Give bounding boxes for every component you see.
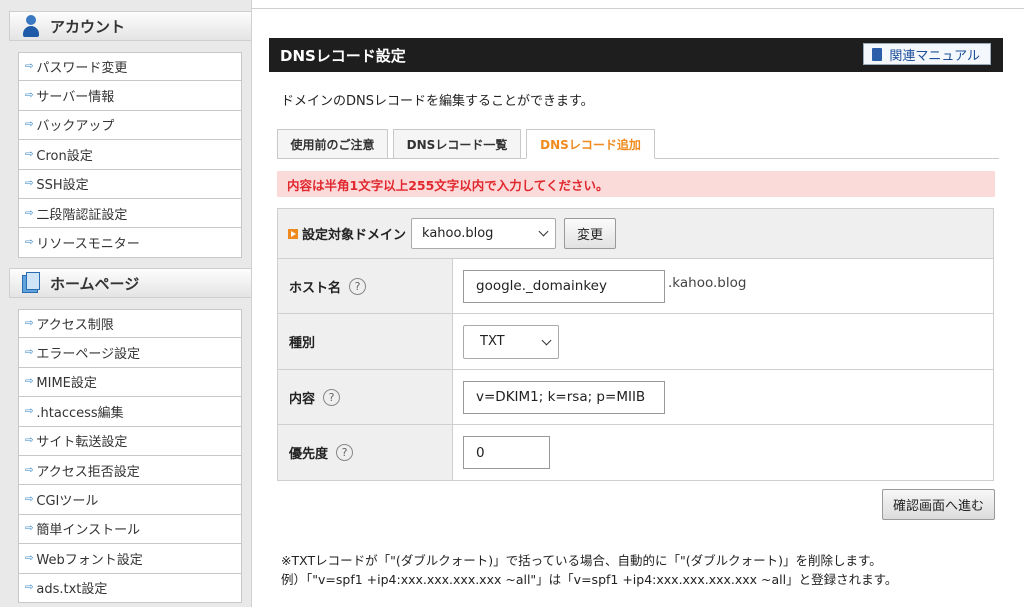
arrow-icon: ⇨	[25, 435, 34, 447]
tab-dns-record-add[interactable]: DNSレコード追加	[526, 129, 655, 159]
type-select[interactable]: TXT	[463, 324, 559, 359]
sidebar-item-cron[interactable]: ⇨ Cron設定	[18, 140, 242, 170]
sidebar-item-htaccess[interactable]: ⇨ .htaccess編集	[18, 397, 242, 427]
type-row: 種別 TXT	[278, 313, 993, 369]
homepage-icon	[20, 271, 42, 295]
note-line-1: ※TXTレコードが「"(ダブルクォート)」で括っている場合、自動的に「"(ダブル…	[281, 553, 882, 568]
priority-row: 優先度 ? 0	[278, 424, 993, 480]
manual-button[interactable]: 関連マニュアル	[863, 43, 991, 65]
arrow-icon: ⇨	[25, 347, 34, 359]
page-title: DNSレコード設定	[280, 46, 406, 65]
domain-label: 設定対象ドメイン	[302, 228, 407, 243]
page-description: ドメインのDNSレコードを編集することができます。	[281, 94, 594, 109]
arrow-icon: ⇨	[25, 376, 34, 388]
sidebar-item-two-factor[interactable]: ⇨ 二段階認証設定	[18, 198, 242, 229]
sidebar-item-server-info[interactable]: ⇨ サーバー情報	[18, 81, 242, 111]
tab-dns-record-list[interactable]: DNSレコード一覧	[393, 129, 521, 159]
homepage-section-title: ホームページ	[50, 274, 140, 293]
sidebar-item-web-font[interactable]: ⇨ Webフォント設定	[18, 544, 242, 574]
arrow-icon: ⇨	[25, 523, 34, 535]
arrow-icon: ⇨	[25, 207, 34, 219]
sidebar: アカウント ⇨ パスワード変更 ⇨ サーバー情報 ⇨ バックアップ ⇨ Cron設定 ⇨…	[0, 0, 252, 607]
arrow-icon: ⇨	[25, 494, 34, 506]
tab-precautions[interactable]: 使用前のご注意	[277, 129, 388, 159]
sidebar-item-cgi-tools[interactable]: ⇨ CGIツール	[18, 485, 242, 515]
page-header: DNSレコード設定 関連マニュアル	[269, 38, 1003, 72]
help-icon[interactable]: ?	[349, 277, 367, 295]
confirm-button[interactable]: 確認画面へ進む	[882, 489, 995, 520]
user-icon	[20, 14, 42, 38]
arrow-icon: ⇨	[25, 148, 34, 160]
arrow-icon: ⇨	[25, 178, 34, 190]
priority-input[interactable]: 0	[463, 436, 550, 469]
arrow-icon: ⇨	[25, 464, 34, 476]
arrow-icon: ⇨	[25, 237, 34, 249]
arrow-icon: ⇨	[25, 318, 34, 330]
arrow-icon: ⇨	[25, 119, 34, 131]
chevron-down-icon	[541, 335, 552, 345]
book-icon	[872, 47, 883, 61]
arrow-icon: ⇨	[25, 552, 34, 564]
chevron-down-icon	[538, 226, 549, 237]
dns-record-form: 設定対象ドメイン kahoo.blog 変更 ホスト名 ? google._do…	[277, 208, 994, 481]
tab-bar: 使用前のご注意 DNSレコード一覧 DNSレコード追加	[277, 129, 999, 159]
sidebar-item-backup[interactable]: ⇨ バックアップ	[18, 110, 242, 141]
type-label: 種別	[278, 314, 453, 369]
arrow-icon: ⇨	[25, 90, 34, 102]
priority-label: 優先度 ?	[278, 425, 453, 480]
host-input[interactable]: google._domainkey	[463, 269, 665, 303]
sidebar-item-password-change[interactable]: ⇨ パスワード変更	[18, 52, 242, 82]
domain-select[interactable]: kahoo.blog	[411, 218, 557, 249]
arrow-icon: ⇨	[25, 582, 34, 594]
domain-row: 設定対象ドメイン kahoo.blog 変更	[278, 209, 993, 258]
sidebar-item-ssh[interactable]: ⇨ SSH設定	[18, 169, 242, 199]
homepage-section-header: ホームページ	[9, 268, 252, 298]
help-icon[interactable]: ?	[336, 444, 354, 461]
account-menu: ⇨ パスワード変更 ⇨ サーバー情報 ⇨ バックアップ ⇨ Cron設定 ⇨ SSH設定 …	[18, 52, 242, 258]
homepage-menu: ⇨ アクセス制限 ⇨ エラーページ設定 ⇨ MIME設定 ⇨ .htaccess編集 ⇨…	[18, 309, 242, 603]
sidebar-item-access-restriction[interactable]: ⇨ アクセス制限	[18, 309, 242, 339]
account-section-header: アカウント	[9, 11, 252, 41]
arrow-icon: ⇨	[25, 405, 34, 417]
sidebar-item-easy-install[interactable]: ⇨ 簡単インストール	[18, 514, 242, 545]
change-domain-button[interactable]: 変更	[564, 218, 617, 249]
play-icon	[288, 228, 298, 239]
host-row: ホスト名 ? google._domainkey .kahoo.blog	[278, 258, 993, 313]
host-label: ホスト名 ?	[278, 259, 453, 313]
note-line-2: 例）「"v=spf1 +ip4:xxx.xxx.xxx.xxx ~all"」は「…	[281, 572, 898, 587]
sidebar-item-mime[interactable]: ⇨ MIME設定	[18, 367, 242, 398]
help-icon[interactable]: ?	[323, 388, 341, 406]
error-message: 内容は半角1文字以上255文字以内で入力してください。	[277, 171, 995, 197]
content-row: 内容 ? v=DKIM1; k=rsa; p=MIIB	[278, 369, 993, 424]
account-section-title: アカウント	[50, 17, 126, 36]
top-divider	[252, 0, 1024, 9]
sidebar-item-error-page[interactable]: ⇨ エラーページ設定	[18, 338, 242, 368]
content-label: 内容 ?	[278, 370, 453, 424]
sidebar-item-access-deny[interactable]: ⇨ アクセス拒否設定	[18, 455, 242, 486]
content-input[interactable]: v=DKIM1; k=rsa; p=MIIB	[463, 380, 665, 414]
sidebar-item-site-redirect[interactable]: ⇨ サイト転送設定	[18, 426, 242, 456]
sidebar-item-resource-monitor[interactable]: ⇨ リソースモニター	[18, 228, 242, 258]
arrow-icon: ⇨	[25, 61, 34, 73]
sidebar-item-ads-txt[interactable]: ⇨ ads.txt設定	[18, 573, 242, 603]
host-domain-suffix: .kahoo.blog	[668, 275, 747, 291]
